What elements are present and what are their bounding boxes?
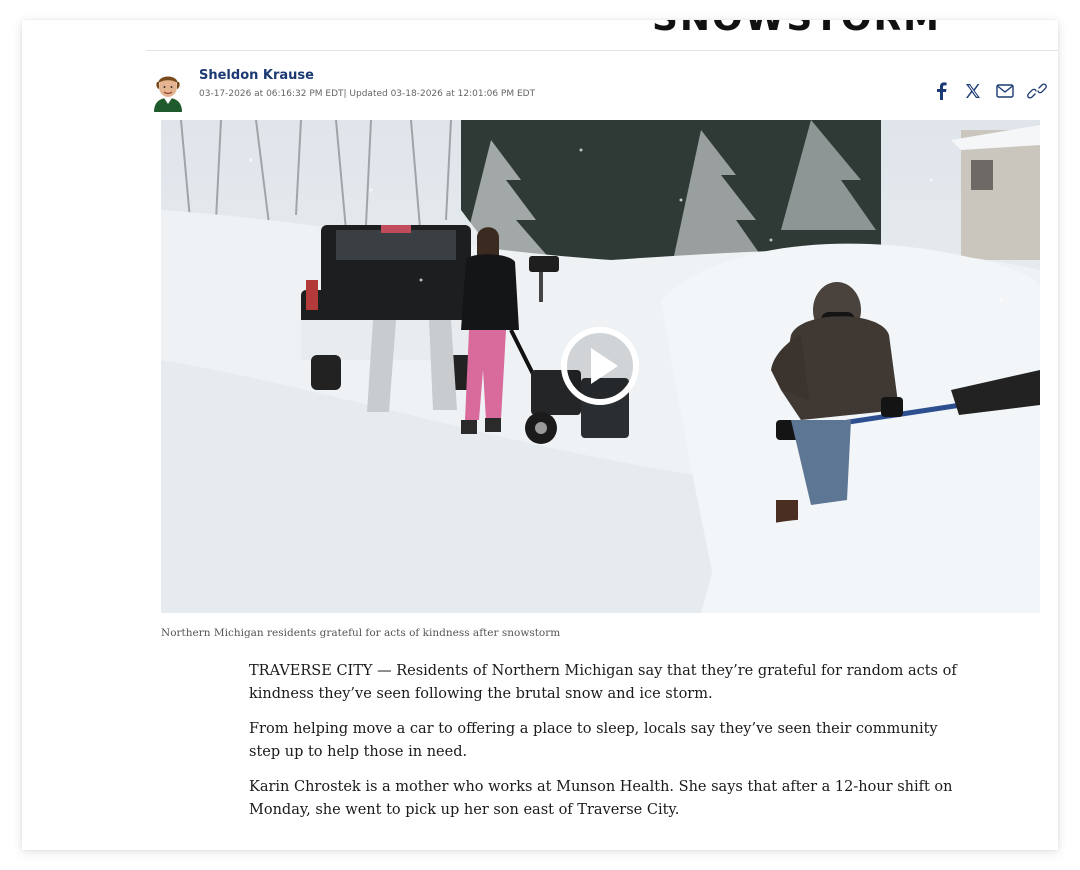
video-caption: Northern Michigan residents grateful for… <box>161 627 561 639</box>
header-divider <box>146 50 1058 51</box>
byline: Sheldon Krause 03-17-2026 at 06:16:32 PM… <box>148 68 1048 114</box>
mail-icon <box>996 84 1014 98</box>
article-timestamp: 03-17-2026 at 06:16:32 PM EDT| Updated 0… <box>199 89 536 99</box>
share-bar <box>920 80 1048 102</box>
article-card: SNOWSTORM Sheldon Krause 03-17-2026 at 0… <box>22 20 1058 850</box>
author-name[interactable]: Sheldon Krause <box>199 68 314 83</box>
share-x-button[interactable] <box>962 80 984 102</box>
share-facebook-button[interactable] <box>930 80 952 102</box>
play-icon <box>561 327 639 405</box>
article-body: TRAVERSE CITY — Residents of Northern Mi… <box>249 660 959 834</box>
play-button[interactable] <box>560 326 640 406</box>
share-email-button[interactable] <box>994 80 1016 102</box>
x-icon <box>966 84 980 98</box>
author-avatar[interactable] <box>148 70 188 112</box>
video-player[interactable] <box>161 120 1040 613</box>
copy-link-button[interactable] <box>1026 80 1048 102</box>
article-paragraph: From helping move a car to offering a pl… <box>249 721 938 760</box>
article-headline: SNOWSTORM <box>652 20 941 39</box>
article-paragraph: TRAVERSE CITY — Residents of Northern Mi… <box>249 663 957 702</box>
link-icon <box>1027 83 1047 99</box>
article-paragraph: Karin Chrostek is a mother who works at … <box>249 779 953 818</box>
facebook-icon <box>937 82 947 100</box>
